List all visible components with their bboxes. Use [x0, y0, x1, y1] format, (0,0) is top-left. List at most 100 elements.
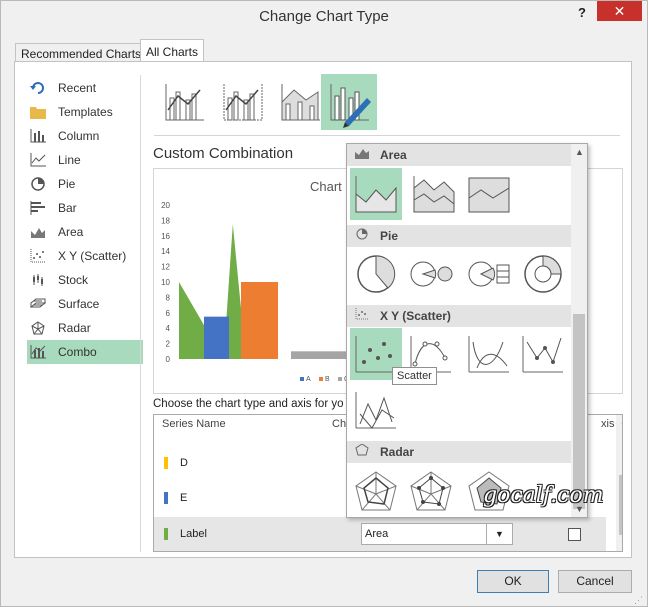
tab-recommended-charts[interactable]: Recommended Charts	[15, 43, 148, 62]
nav-item-combo[interactable]: Combo	[27, 340, 143, 364]
scroll-up-icon[interactable]: ▲	[620, 417, 622, 426]
series-name-header: Series Name	[162, 418, 226, 430]
recent-icon	[30, 82, 44, 94]
nav-item-column[interactable]: Column	[27, 124, 143, 148]
scatter-chart-icon	[355, 308, 369, 320]
pie-option-icon[interactable]	[350, 248, 402, 300]
section-title: Custom Combination	[153, 145, 294, 162]
cancel-button[interactable]: Cancel	[558, 570, 632, 593]
clustered-column-line-subtype-icon[interactable]	[156, 74, 212, 130]
chart-type-select[interactable]: Area ▼	[361, 523, 513, 545]
y-tick-label: 10	[161, 278, 170, 287]
gallery-section-pie: Pie	[347, 225, 571, 247]
nav-item-radar[interactable]: Radar	[27, 316, 143, 340]
doughnut-option-icon[interactable]	[517, 248, 569, 300]
radar-markers-option-icon[interactable]	[405, 466, 457, 518]
close-button[interactable]: ✕	[597, 1, 642, 21]
y-tick-label: 2	[166, 340, 171, 349]
legend-swatch	[319, 377, 323, 381]
y-tick-label: 4	[166, 324, 171, 333]
100-stacked-area-option-icon[interactable]	[463, 168, 515, 220]
gallery-scrollbar[interactable]: ▲ ▼	[571, 144, 587, 517]
nav-item-area[interactable]: Area	[27, 220, 143, 244]
chevron-down-icon[interactable]: ▼	[486, 524, 512, 544]
nav-divider	[140, 75, 141, 552]
nav-item-line[interactable]: Line	[27, 148, 143, 172]
column-line-secondary-axis-subtype-icon[interactable]	[214, 74, 270, 130]
nav-item-surface[interactable]: Surface	[27, 292, 143, 316]
legend-label: A	[306, 376, 311, 383]
tab-all-charts[interactable]: All Charts	[140, 39, 205, 63]
combo-chart-icon	[30, 345, 46, 359]
nav-label: Stock	[58, 273, 89, 287]
bar-of-pie-option-icon[interactable]	[463, 248, 515, 300]
area-option-icon[interactable]	[350, 168, 402, 220]
area-chart-icon	[355, 149, 369, 159]
series-color-swatch	[164, 457, 168, 469]
ok-button[interactable]: OK	[477, 570, 549, 593]
series-color-swatch	[164, 528, 168, 540]
y-tick-label: 14	[161, 247, 170, 256]
scroll-up-icon[interactable]: ▲	[575, 147, 584, 157]
series-scrollbar[interactable]: ▲ ▼	[616, 415, 622, 551]
section-label: Radar	[380, 445, 415, 459]
series-row: Label Area ▼	[154, 517, 606, 551]
nav-label: Combo	[58, 345, 97, 359]
nav-item-templates[interactable]: Templates	[27, 100, 143, 124]
scatter-tooltip: Scatter	[392, 367, 437, 385]
stacked-area-column-subtype-icon[interactable]	[272, 74, 328, 130]
nav-label: X Y (Scatter)	[58, 249, 127, 263]
legend-swatch	[300, 377, 304, 381]
nav-item-stock[interactable]: Stock	[27, 268, 143, 292]
nav-label: Radar	[58, 321, 91, 335]
scatter-chart-icon	[30, 249, 46, 263]
series-name: Label	[180, 528, 207, 540]
section-label: Pie	[380, 229, 399, 243]
radar-chart-icon	[355, 444, 369, 456]
y-tick-label: 0	[166, 355, 171, 364]
custom-combination-subtype-icon[interactable]	[321, 74, 377, 130]
scroll-thumb[interactable]	[573, 314, 585, 509]
subtype-divider	[154, 135, 620, 136]
secondary-axis-checkbox[interactable]	[568, 527, 581, 541]
scatter-straight-lines-option-icon[interactable]	[350, 384, 402, 436]
surface-chart-icon	[30, 298, 46, 308]
bar-c	[291, 351, 354, 359]
help-button[interactable]: ?	[578, 5, 586, 20]
scatter-straight-markers-option-icon[interactable]	[517, 328, 569, 380]
nav-label: Area	[58, 225, 84, 239]
dialog-title: Change Chart Type	[259, 8, 389, 25]
scroll-thumb[interactable]	[619, 475, 622, 535]
pie-chart-icon	[31, 177, 45, 191]
secondary-axis-header: xis	[601, 418, 615, 430]
gallery-section-xy-scatter: X Y (Scatter)	[347, 305, 571, 327]
bar-a	[204, 316, 229, 359]
nav-label: Column	[58, 129, 100, 143]
chart-type-nav: Recent Templates Column Line Pie Bar Are…	[27, 76, 143, 364]
scatter-smooth-lines-option-icon[interactable]	[463, 328, 515, 380]
resize-grip-icon[interactable]: ⋰	[634, 595, 643, 606]
scroll-down-icon[interactable]: ▼	[620, 539, 622, 548]
stock-chart-icon	[33, 274, 43, 286]
stacked-area-option-icon[interactable]	[408, 168, 460, 220]
y-tick-label: 6	[166, 309, 171, 318]
pie-chart-icon	[356, 228, 368, 240]
chart-type-dropdown: Area Pie X Y (Scatter) Radar ▲ ▼	[346, 143, 588, 518]
title-bar: Change Chart Type ? ✕	[1, 1, 647, 33]
section-label: Area	[380, 148, 407, 162]
y-tick-label: 8	[166, 293, 171, 302]
nav-item-bar[interactable]: Bar	[27, 196, 143, 220]
series-name: D	[180, 457, 188, 469]
nav-item-pie[interactable]: Pie	[27, 172, 143, 196]
legend-label: B	[325, 376, 330, 383]
nav-label: Surface	[58, 297, 100, 311]
nav-item-recent[interactable]: Recent	[27, 76, 143, 100]
y-tick-label: 16	[161, 232, 170, 241]
series-name: E	[180, 492, 188, 504]
radar-option-icon[interactable]	[350, 466, 402, 518]
change-chart-type-dialog: Change Chart Type ? ✕ Recommended Charts…	[0, 0, 648, 607]
y-tick-label: 12	[161, 263, 170, 272]
chart-type-value: Area	[365, 528, 389, 540]
nav-item-xy-scatter[interactable]: X Y (Scatter)	[27, 244, 143, 268]
pie-of-pie-option-icon[interactable]	[405, 248, 457, 300]
